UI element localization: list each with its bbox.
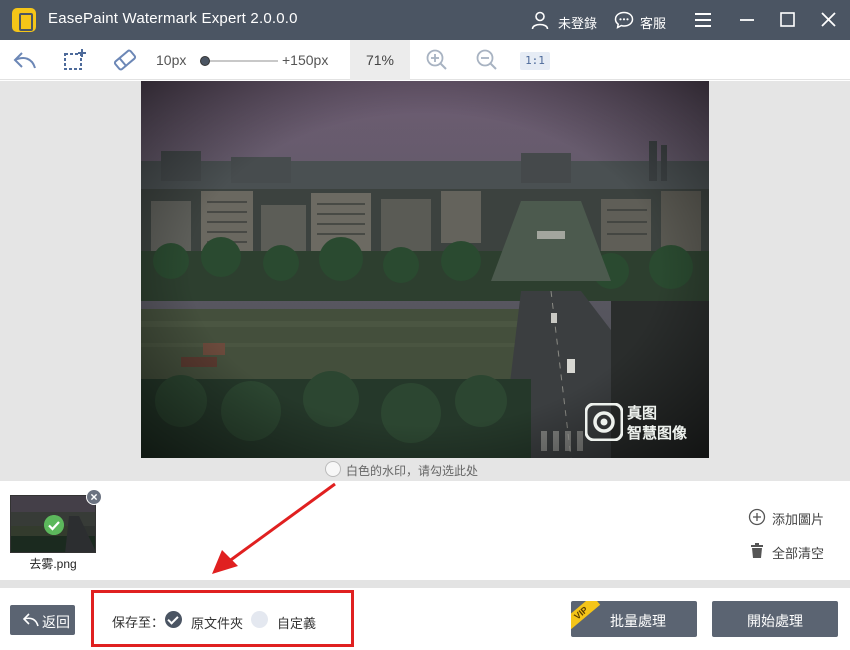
batch-process-button[interactable]: VIP 批量處理	[571, 601, 697, 637]
save-original-folder-option[interactable]: 原文件夾	[165, 611, 245, 631]
custom-label: 自定義	[277, 616, 317, 631]
back-label: 返回	[42, 614, 70, 630]
menu-icon[interactable]	[690, 8, 716, 32]
canvas-area: 真图 智慧图像 白色的水印，请勾选此处	[0, 81, 850, 481]
zoom-in-icon[interactable]	[424, 48, 450, 72]
toolbar: 10px +150px 71% 1:1	[0, 40, 850, 80]
start-process-label: 開始處理	[747, 613, 803, 629]
slider-track	[204, 60, 278, 62]
app-title: EasePaint Watermark Expert 2.0.0.0	[48, 10, 298, 27]
add-image-label: 添加圖片	[772, 512, 825, 527]
title-bar: EasePaint Watermark Expert 2.0.0.0 未登錄 客…	[0, 0, 850, 40]
eraser-icon[interactable]	[112, 48, 138, 72]
back-button[interactable]: 返回	[10, 605, 75, 635]
zoom-out-icon[interactable]	[474, 48, 500, 72]
chat-bubble-icon	[614, 11, 634, 29]
trash-icon	[751, 543, 763, 558]
rect-select-icon[interactable]	[62, 48, 88, 72]
save-location-box: 保存至： 原文件夾 自定義	[91, 590, 354, 647]
section-divider	[0, 580, 850, 588]
customer-service-label: 客服	[640, 16, 667, 31]
clear-all-label: 全部清空	[772, 546, 825, 561]
slider-thumb[interactable]	[200, 56, 210, 66]
zoom-level: 71%	[350, 40, 410, 80]
clear-all-button[interactable]: 全部清空	[748, 541, 848, 561]
close-icon[interactable]	[816, 8, 842, 32]
edited-photo[interactable]: 真图 智慧图像	[141, 81, 709, 458]
checked-icon	[44, 515, 64, 535]
original-folder-radio-checked[interactable]	[165, 611, 182, 628]
custom-radio[interactable]	[251, 611, 268, 628]
watermark-logo-icon	[585, 403, 623, 441]
zoom-value: 71%	[365, 52, 395, 68]
thumbnail-strip: 去雾.png 添加圖片 全部清空	[0, 481, 850, 581]
watermark-text-line1: 真图	[627, 405, 658, 422]
back-arrow-icon	[23, 613, 39, 627]
save-to-label: 保存至：	[112, 615, 165, 630]
bottom-bar: 返回 保存至： 原文件夾 自定義 VIP 批量處理 開始處理	[0, 588, 850, 650]
remove-thumbnail-icon[interactable]	[86, 489, 102, 505]
original-folder-label: 原文件夾	[191, 616, 244, 631]
watermark-text-line2: 智慧图像	[627, 425, 688, 442]
actual-size-button[interactable]: 1:1	[520, 52, 550, 70]
save-custom-option[interactable]: 自定義	[251, 611, 331, 631]
user-icon	[531, 11, 549, 30]
undo-icon[interactable]	[12, 48, 38, 72]
brush-size-slider[interactable]	[200, 54, 278, 68]
login-label: 未登錄	[558, 16, 598, 31]
app-logo-icon	[12, 8, 36, 32]
brush-size-max: +150px	[282, 52, 329, 68]
add-image-button[interactable]: 添加圖片	[748, 507, 848, 527]
white-watermark-label: 白色的水印，请勾选此处	[346, 464, 479, 478]
minimize-icon[interactable]	[734, 8, 760, 32]
city-river-photo	[141, 81, 709, 458]
thumbnail-item[interactable]	[10, 495, 96, 553]
add-circle-icon	[748, 508, 766, 526]
customer-service-button[interactable]: 客服	[614, 10, 674, 32]
start-process-button[interactable]: 開始處理	[712, 601, 838, 637]
batch-process-label: 批量處理	[610, 613, 666, 629]
login-button[interactable]: 未登錄	[530, 10, 608, 32]
maximize-icon[interactable]	[774, 8, 800, 32]
white-watermark-radio[interactable]	[325, 461, 341, 477]
white-watermark-option[interactable]: 白色的水印，请勾选此处	[325, 460, 525, 480]
brush-size-min: 10px	[156, 52, 187, 68]
thumbnail-filename: 去雾.png	[29, 557, 77, 571]
